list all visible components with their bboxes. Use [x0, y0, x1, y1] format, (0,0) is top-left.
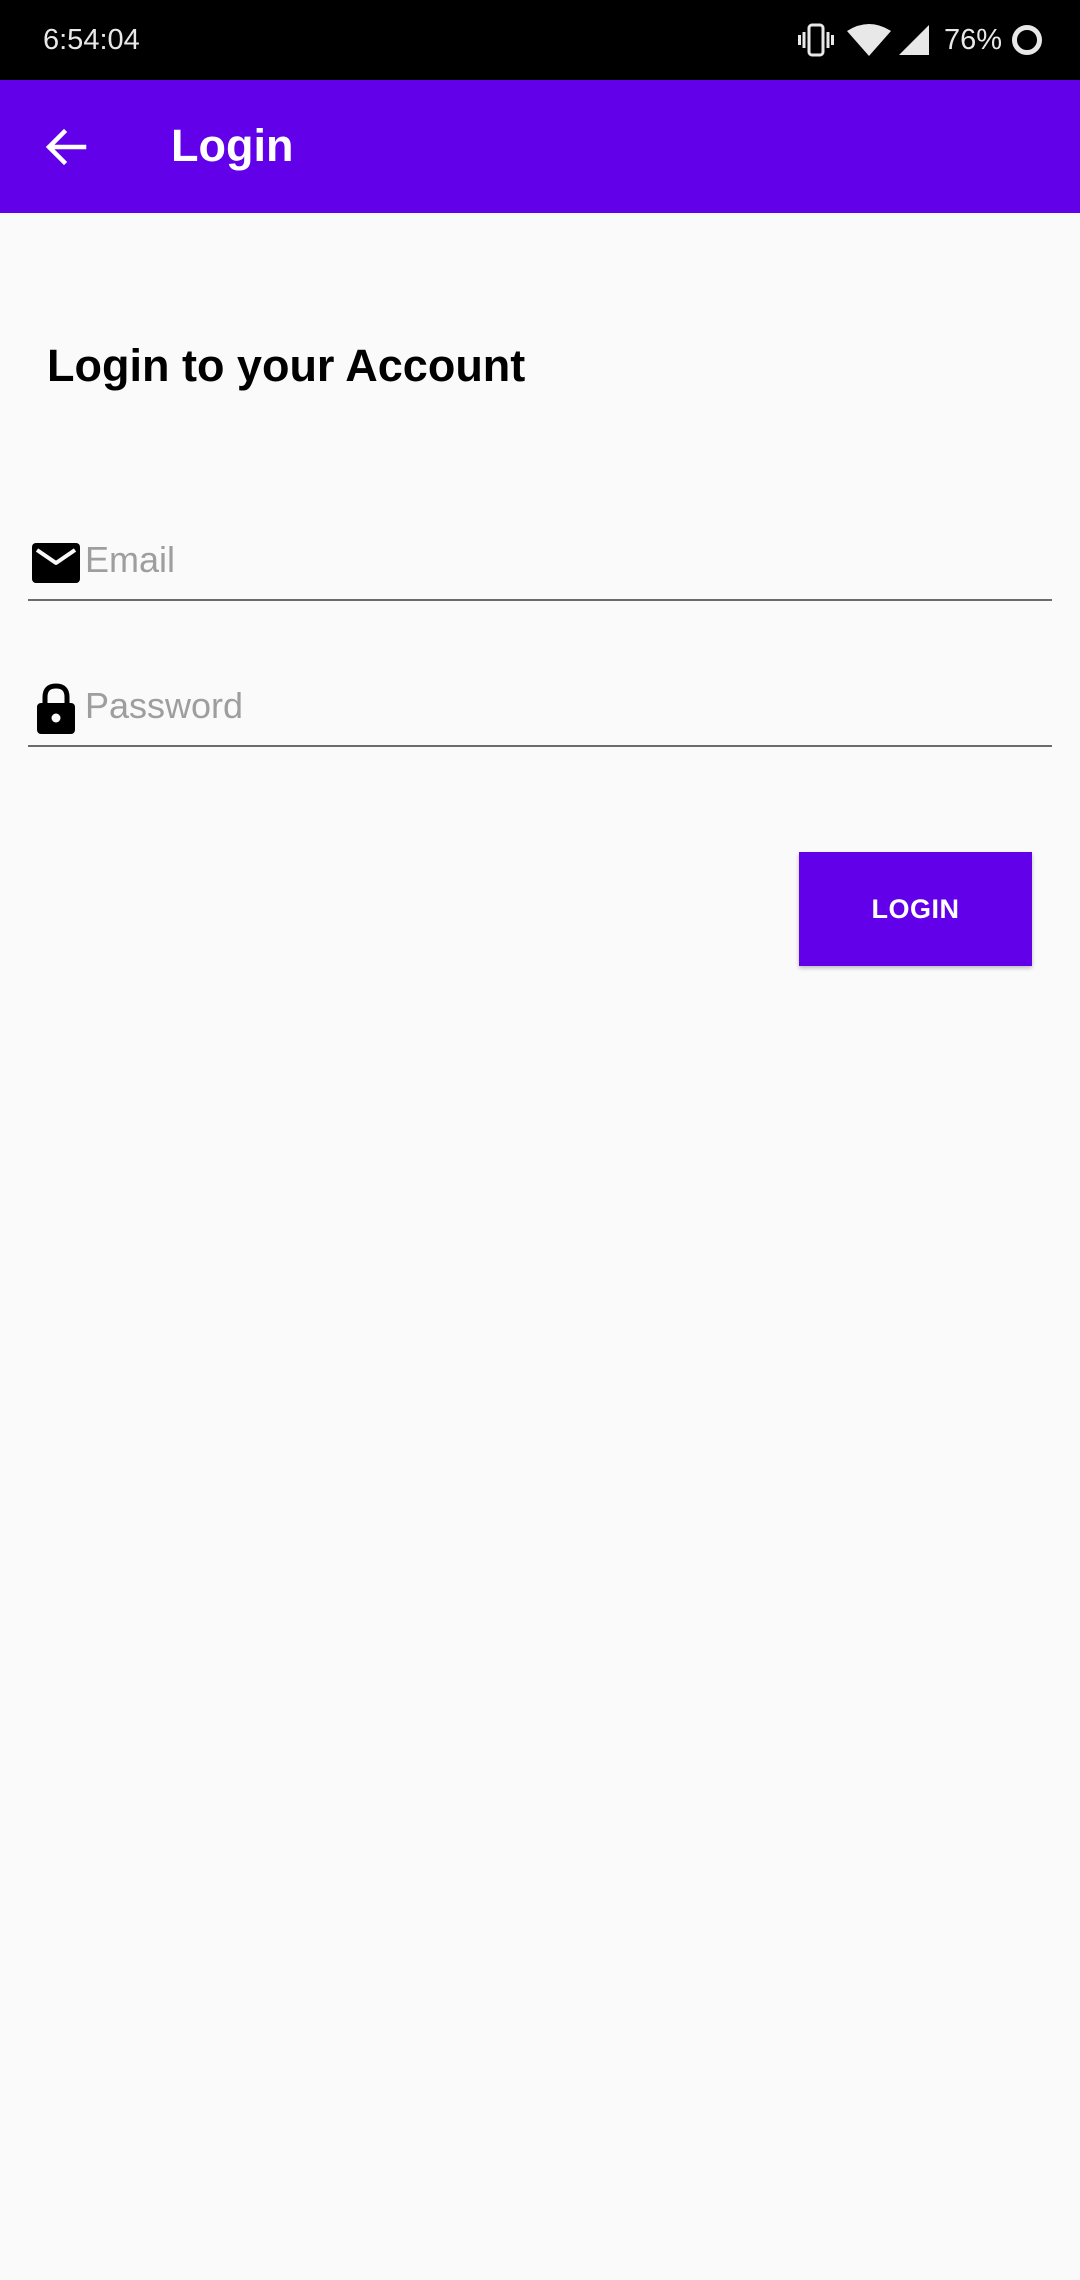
app-bar: Login: [0, 80, 1080, 213]
mail-icon: [30, 537, 82, 589]
email-underline: [28, 599, 1052, 601]
back-button[interactable]: [28, 109, 104, 185]
arrow-back-icon: [45, 128, 87, 166]
status-icons: 76%: [797, 20, 1044, 60]
email-field[interactable]: [28, 521, 1052, 601]
lock-icon: [30, 683, 82, 735]
password-underline: [28, 745, 1052, 747]
battery-percent: 76%: [943, 24, 1002, 56]
email-input[interactable]: [85, 531, 1045, 589]
status-time: 6:54:04: [43, 24, 140, 56]
app-bar-title: Login: [171, 120, 294, 171]
status-bar: 6:54:04 76%: [0, 0, 1080, 80]
password-field[interactable]: [28, 667, 1052, 747]
page-title: Login to your Account: [47, 340, 526, 391]
login-button[interactable]: LOGIN: [799, 852, 1032, 966]
vibrate-icon: [797, 23, 834, 57]
wifi-icon: [846, 24, 891, 56]
battery-ring-icon: [1012, 25, 1042, 55]
signal-icon: [898, 25, 929, 55]
password-input[interactable]: [85, 677, 1045, 735]
